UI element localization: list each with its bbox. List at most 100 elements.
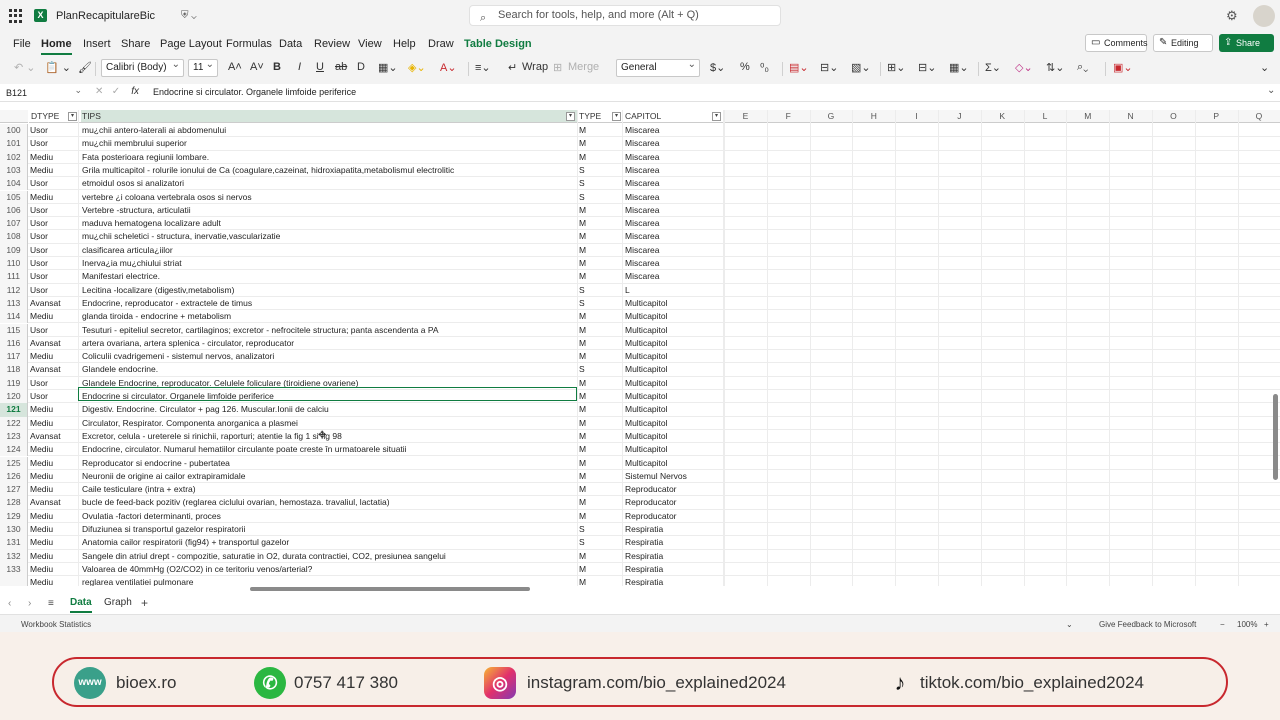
cell-tips[interactable]: reglarea ventilatiei pulmonare [82,576,576,586]
table-row[interactable]: 130 Mediu Difuziunea si transportul gazelo… [0,523,1280,537]
cell-dtype[interactable]: Avansat [30,337,78,350]
cell-tips[interactable]: mu¿chii membrului superior [82,137,576,150]
row-number[interactable]: 105 [0,190,28,204]
cell-dtype[interactable]: Mediu [30,536,78,549]
cell-tips[interactable]: Caile testiculare (intra + extra) [82,483,576,496]
row-number[interactable]: 117 [0,350,28,364]
table-row[interactable]: 128 Avansat bucle de feed-back pozitiv (re… [0,496,1280,510]
undo-icon[interactable]: ↶ ⌄ [14,61,36,74]
table-row[interactable]: 100 Usor mu¿chii antero-laterali ai abdome… [0,124,1280,138]
settings-gear-icon[interactable]: ⚙ [1226,8,1238,24]
row-number[interactable]: 130 [0,523,28,537]
cell-tips[interactable]: mu¿chii antero-laterali ai abdomenului [82,124,576,137]
font-size-dropdown[interactable]: 11 [188,57,218,77]
cell-capitol[interactable]: Miscarea [625,124,721,137]
cell-type[interactable]: M [579,563,619,576]
cell-dtype[interactable]: Mediu [30,443,78,456]
tab-help[interactable]: Help [393,38,416,50]
table-row[interactable]: 109 Usor clasificarea articula¿iilor M Misca… [0,243,1280,257]
cell-type[interactable]: M [579,230,619,243]
tab-review[interactable]: Review [314,38,350,50]
column-header[interactable]: F [766,110,810,123]
row-number[interactable]: 103 [0,163,28,178]
row-number[interactable]: 127 [0,483,28,497]
row-number[interactable]: 101 [0,137,28,151]
prev-sheet-icon[interactable]: ‹ [8,598,11,609]
cell-dtype[interactable]: Mediu [30,164,78,177]
cell-type[interactable]: M [579,470,619,483]
fill-color-icon[interactable]: ◈⌄ [408,61,426,74]
table-row[interactable]: 123 Avansat Excretor, celula - ureterele s… [0,429,1280,444]
tab-data[interactable]: Data [279,38,302,50]
row-number[interactable]: 108 [0,230,28,244]
format-table-icon[interactable]: ⊟⌄ [820,61,838,74]
delete-cells-icon[interactable]: ⊟⌄ [918,61,936,74]
cell-dtype[interactable]: Mediu [30,191,78,204]
cell-tips[interactable]: Digestiv. Endocrine. Circulator + pag 12… [82,403,576,416]
tab-home[interactable]: Home [41,38,72,55]
cell-tips[interactable]: Ovulatia -factori determinanti, proces [82,510,576,523]
cell-type[interactable]: S [579,284,619,297]
search-input[interactable]: ⌕ Search for tools, help, and more (Alt … [469,5,781,26]
table-row[interactable]: 113 Avansat Endocrine, reproducator - extr… [0,296,1280,311]
table-row[interactable]: 104 Usor etmoidul osos si analizatori S Misc… [0,177,1280,191]
table-row[interactable]: 131 Mediu Anatomia cailor respiratorii (fi… [0,536,1280,550]
row-number[interactable]: 109 [0,243,28,257]
cell-type[interactable]: M [579,310,619,323]
cell-capitol[interactable]: Miscarea [625,217,721,230]
table-row[interactable]: 126 Mediu Neuronii de origine ai cailor ex… [0,469,1280,484]
column-header[interactable]: G [809,110,853,123]
cell-tips[interactable]: Tesuturi - epiteliul secretor, cartilagi… [82,324,576,337]
spreadsheet-grid[interactable]: DTYPE ▾ TIPS ▾ TYPE ▾ CAPITOL ▾ EFGHIJKL… [0,110,1280,586]
row-number[interactable]: 126 [0,469,28,484]
cell-type[interactable]: M [579,270,619,283]
decimal-icon[interactable]: ⁰₀ [760,61,769,74]
table-row[interactable]: 105 Mediu vertebre ¿i coloana vertebrala o… [0,190,1280,204]
tab-page-layout[interactable]: Page Layout [160,38,222,50]
format-painter-icon[interactable]: 🖌 [78,61,92,74]
cell-capitol[interactable]: Reproducator [625,510,721,523]
zoom-in-icon[interactable]: + [1264,620,1269,629]
tab-draw[interactable]: Draw [428,38,454,50]
table-row[interactable]: 122 Mediu Circulator, Respirator. Componen… [0,416,1280,430]
cell-capitol[interactable]: Miscarea [625,177,721,190]
cell-dtype[interactable]: Mediu [30,470,78,483]
name-box[interactable]: B121 [3,83,85,100]
row-number[interactable]: 111 [0,270,28,284]
cell-capitol[interactable]: Respiratia [625,550,721,563]
table-row[interactable]: 114 Mediu glanda tiroida - endocrine + met… [0,310,1280,324]
cell-type[interactable]: M [579,390,619,403]
cell-capitol[interactable]: Multicapitol [625,430,721,443]
cell-type[interactable]: M [579,576,619,586]
cell-dtype[interactable]: Avansat [30,496,78,509]
cell-dtype[interactable]: Usor [30,217,78,230]
double-underline-icon[interactable]: D [357,61,365,73]
cell-type[interactable]: M [579,496,619,509]
cell-type[interactable]: S [579,297,619,310]
cell-tips[interactable]: Reproducator si endocrine - pubertatea [82,457,576,470]
row-number[interactable]: 122 [0,416,28,430]
cell-type[interactable]: M [579,483,619,496]
table-row[interactable]: 101 Usor mu¿chii membrului superior M Miscar… [0,137,1280,151]
cell-tips[interactable]: Fata posterioara regiunii lombare. [82,151,576,164]
cell-capitol[interactable]: Multicapitol [625,297,721,310]
cell-type[interactable]: M [579,324,619,337]
expand-formula-icon[interactable]: ⌄ [1267,85,1275,96]
cell-dtype[interactable]: Mediu [30,483,78,496]
zoom-out-icon[interactable]: − [1220,620,1225,629]
table-row[interactable]: 111 Usor Manifestari electrice. M Miscarea [0,270,1280,284]
row-number[interactable]: 112 [0,283,28,297]
cell-type[interactable]: M [579,377,619,390]
filter-type-icon[interactable]: ▾ [612,112,621,121]
row-number[interactable]: 118 [0,363,28,377]
cell-dtype[interactable]: Mediu [30,403,78,416]
row-number[interactable]: 107 [0,217,28,231]
cell-dtype[interactable]: Usor [30,377,78,390]
conditional-format-icon[interactable]: ▤⌄ [789,61,809,74]
row-number[interactable]: 129 [0,509,28,523]
cell-type[interactable]: M [579,244,619,257]
cell-tips[interactable]: etmoidul osos si analizatori [82,177,576,190]
cell-capitol[interactable]: Multicapitol [625,403,721,416]
cell-capitol[interactable]: Reproducator [625,483,721,496]
table-row[interactable]: 108 Usor mu¿chii scheletici - structura, i… [0,230,1280,244]
